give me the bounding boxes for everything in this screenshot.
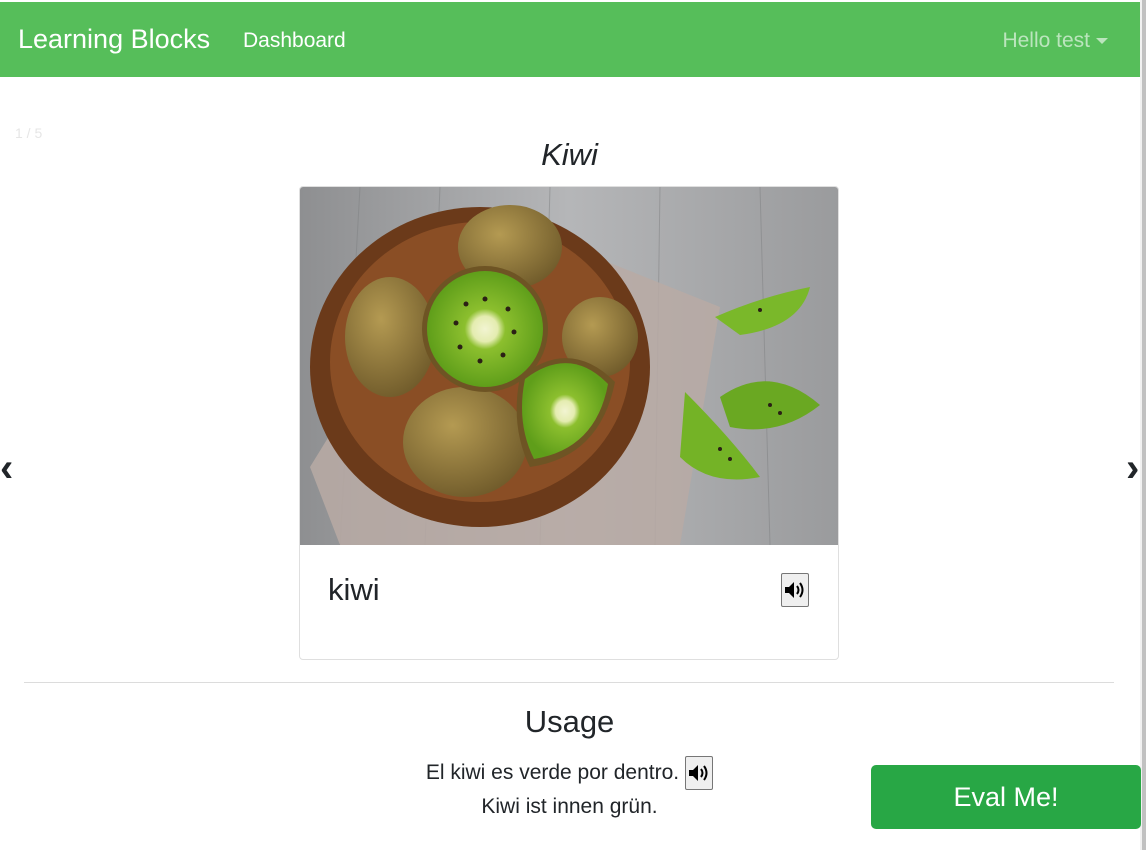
scrollbar-track[interactable]	[1140, 0, 1146, 850]
speaker-icon	[785, 582, 804, 598]
play-example-audio-button[interactable]	[685, 756, 714, 790]
caret-down-icon	[1096, 38, 1108, 44]
user-menu-dropdown[interactable]: Hello test	[1002, 29, 1108, 53]
scrollbar-thumb[interactable]	[1142, 0, 1146, 850]
speaker-icon	[689, 765, 708, 781]
user-menu-label: Hello test	[1002, 29, 1090, 52]
play-word-audio-button[interactable]	[781, 573, 809, 607]
section-divider	[24, 682, 1114, 683]
top-navbar: Learning Blocks Dashboard Hello test	[0, 2, 1140, 77]
brand-link[interactable]: Learning Blocks	[18, 24, 210, 55]
usage-example-spanish: El kiwi es verde por dentro.	[425, 761, 680, 784]
kiwi-photo	[300, 187, 838, 545]
nav-dashboard-link[interactable]: Dashboard	[243, 29, 346, 53]
carousel-next-arrow[interactable]: ›	[1126, 446, 1139, 490]
usage-heading: Usage	[524, 704, 615, 739]
card-word: kiwi	[328, 572, 380, 607]
carousel-prev-arrow[interactable]: ‹	[0, 446, 13, 490]
slide-counter: 1 / 5	[15, 125, 43, 141]
flashcard: kiwi	[299, 186, 839, 660]
card-title: Kiwi	[541, 137, 598, 172]
eval-me-button[interactable]: Eval Me!	[871, 765, 1141, 829]
usage-example-row: El kiwi es verde por dentro.	[300, 756, 839, 790]
usage-example-german: Kiwi ist innen grün.	[481, 795, 658, 818]
